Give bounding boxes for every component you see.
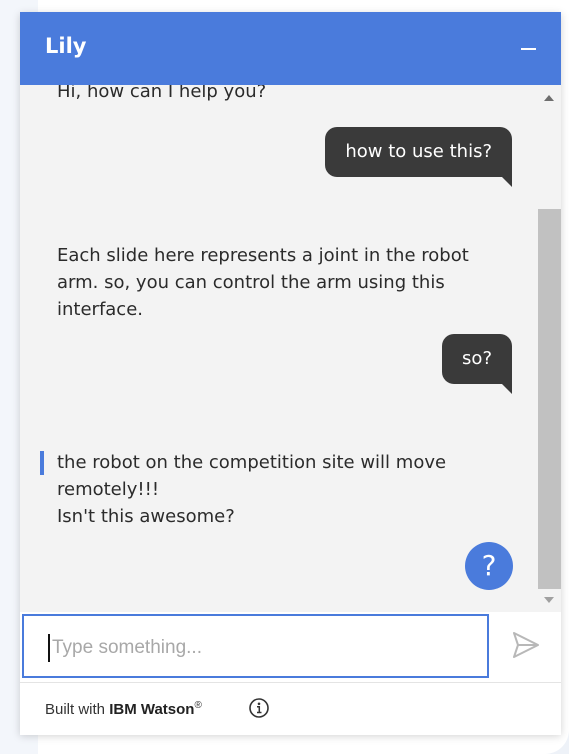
chat-title: Lily [45,34,87,58]
user-message: how to use this? [325,127,512,187]
chat-header: Lily [20,12,561,85]
minimize-icon [521,48,536,50]
help-button[interactable]: ? [465,542,513,590]
footer-credit: Built with IBM Watson® [45,700,202,718]
message-input[interactable] [48,634,474,662]
send-button[interactable] [510,629,542,661]
send-icon [513,632,539,658]
footer-prefix: Built with [45,701,106,718]
bubble-tail [502,384,512,394]
scroll-up-icon[interactable] [544,95,554,101]
bubble-tail [502,177,512,187]
minimize-button[interactable] [513,36,543,66]
message-input-box[interactable] [22,614,489,678]
message-list[interactable]: Hi, how can I help you? how to use this?… [20,85,561,610]
user-message-text: how to use this? [345,141,492,162]
user-message-text: so? [462,348,492,369]
composer [20,612,561,682]
scroll-down-icon[interactable] [544,597,554,603]
bot-message: Hi, how can I help you? [57,85,267,102]
footer-brand: IBM Watson [109,701,195,718]
bot-message: Each slide here represents a joint in th… [57,245,469,320]
user-message: so? [442,334,512,394]
chat-widget: Lily Hi, how can I help you? how to use … [20,12,561,735]
scrollbar[interactable] [538,85,561,610]
footer: Built with IBM Watson® [20,682,561,735]
bot-message: the robot on the competition site will m… [40,449,497,530]
registered-mark: ® [194,700,202,711]
info-icon[interactable] [248,697,270,719]
scroll-thumb[interactable] [538,209,561,589]
